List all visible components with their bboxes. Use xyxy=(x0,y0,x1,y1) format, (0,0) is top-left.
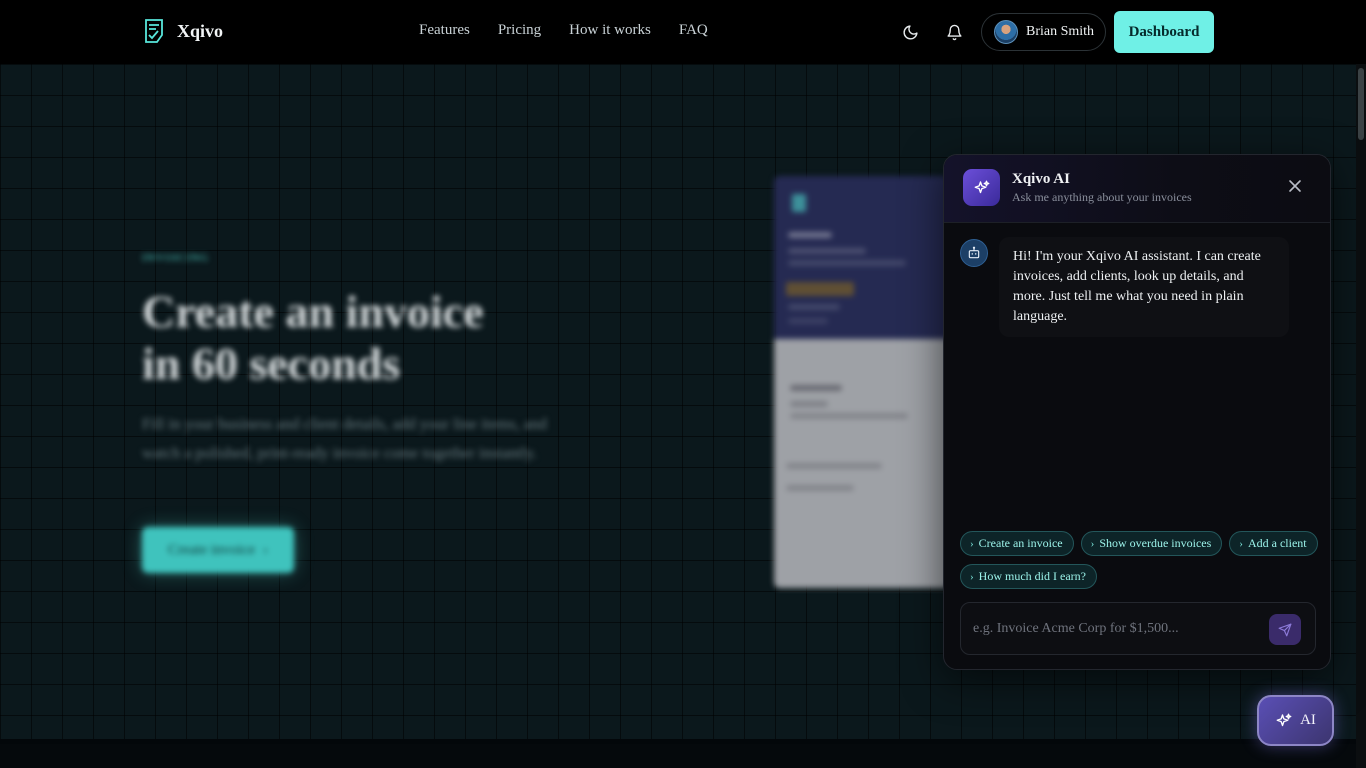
chevron-right-icon: › xyxy=(970,537,974,550)
user-name: Brian Smith xyxy=(1026,24,1095,39)
suggestion-chip-add-client[interactable]: › Add a client xyxy=(1229,531,1318,556)
mockup-line xyxy=(788,318,828,324)
chevron-right-icon: › xyxy=(1239,537,1243,550)
bot-avatar xyxy=(960,239,988,267)
mockup-line xyxy=(788,232,832,238)
ai-assistant-toggle-button[interactable]: AI xyxy=(1257,695,1334,746)
chat-input-container xyxy=(960,602,1316,655)
nav-link-faq[interactable]: FAQ xyxy=(679,22,708,39)
nav-link-pricing[interactable]: Pricing xyxy=(498,22,541,39)
moon-icon xyxy=(903,24,918,39)
hero-title-line-1: Create an invoice xyxy=(142,286,484,337)
send-icon xyxy=(1278,623,1292,636)
chevron-right-icon: › xyxy=(970,570,974,583)
sparkles-icon xyxy=(974,180,989,193)
mockup-line xyxy=(788,304,840,310)
mockup-line xyxy=(790,401,828,407)
create-invoice-button[interactable]: Create invoice › xyxy=(142,527,294,573)
mockup-line xyxy=(788,260,906,266)
hero-title-line-2: in 60 seconds xyxy=(142,338,401,389)
ai-chat-panel: Xqivo AI Ask me anything about your invo… xyxy=(943,154,1331,670)
user-menu[interactable]: Brian Smith xyxy=(981,13,1106,51)
brand-name: Xqivo xyxy=(177,20,224,41)
top-navbar: Xqivo Features Pricing How it works FAQ … xyxy=(0,0,1366,64)
mockup-logo-icon xyxy=(792,194,806,212)
nav-link-how-it-works[interactable]: How it works xyxy=(569,22,651,39)
robot-icon xyxy=(968,246,980,259)
suggestion-label: Add a client xyxy=(1247,536,1307,550)
mockup-line xyxy=(786,463,882,469)
dashboard-button[interactable]: Dashboard xyxy=(1114,11,1214,53)
mockup-line xyxy=(788,248,866,254)
chevron-right-icon: › xyxy=(263,541,269,558)
suggestion-label: Show overdue invoices xyxy=(1099,536,1212,550)
chat-input[interactable] xyxy=(973,615,1263,643)
brand[interactable]: Xqivo xyxy=(143,18,223,44)
ai-panel-header: Xqivo AI Ask me anything about your invo… xyxy=(944,155,1330,223)
mockup-line xyxy=(790,413,908,419)
hero-subtitle: Fill in your business and client details… xyxy=(142,416,547,462)
chevron-right-icon: › xyxy=(1090,537,1095,550)
create-invoice-label: Create invoice xyxy=(167,541,256,558)
send-button[interactable] xyxy=(1269,614,1301,645)
suggestion-chip-show-overdue[interactable]: › Show overdue invoices xyxy=(1080,531,1223,556)
mockup-line xyxy=(790,385,842,391)
ai-panel-subtitle: Ask me anything about your invoices xyxy=(1012,190,1192,204)
suggestion-chip-earnings[interactable]: › How much did I earn? xyxy=(960,564,1097,589)
hero-eyebrow: INVOICING xyxy=(142,252,210,264)
page-scrollbar[interactable] xyxy=(1356,64,1366,768)
scrollbar-thumb[interactable] xyxy=(1358,68,1364,140)
invoice-logo-icon xyxy=(145,19,163,43)
suggestion-label: Create an invoice xyxy=(978,536,1063,550)
close-icon[interactable] xyxy=(1287,178,1303,194)
bell-icon xyxy=(946,24,962,40)
suggestion-chip-create-invoice[interactable]: › Create an invoice xyxy=(960,531,1074,556)
theme-toggle-button[interactable] xyxy=(898,20,922,44)
notifications-button[interactable] xyxy=(942,20,966,44)
nav-links: Features Pricing How it works FAQ xyxy=(419,22,708,39)
mockup-line xyxy=(786,485,854,491)
section-divider xyxy=(0,739,1356,744)
invoice-preview-mockup xyxy=(774,176,949,588)
avatar xyxy=(994,20,1018,44)
ai-avatar xyxy=(963,169,1000,206)
suggestion-label: How much did I earn? xyxy=(978,569,1086,583)
ai-fab-label: AI xyxy=(1300,712,1316,728)
nav-link-features[interactable]: Features xyxy=(419,22,470,39)
mockup-tag xyxy=(786,282,854,296)
hero-title: Create an invoice in 60 seconds xyxy=(142,286,602,390)
ai-panel-title: Xqivo AI xyxy=(1012,171,1070,187)
mockup-paper xyxy=(774,339,949,588)
ai-greeting-message: Hi! I'm your Xqivo AI assistant. I can c… xyxy=(999,237,1289,337)
sparkles-icon xyxy=(1276,713,1292,726)
suggestion-chips: › Create an invoice › Show overdue invoi… xyxy=(960,531,1320,589)
